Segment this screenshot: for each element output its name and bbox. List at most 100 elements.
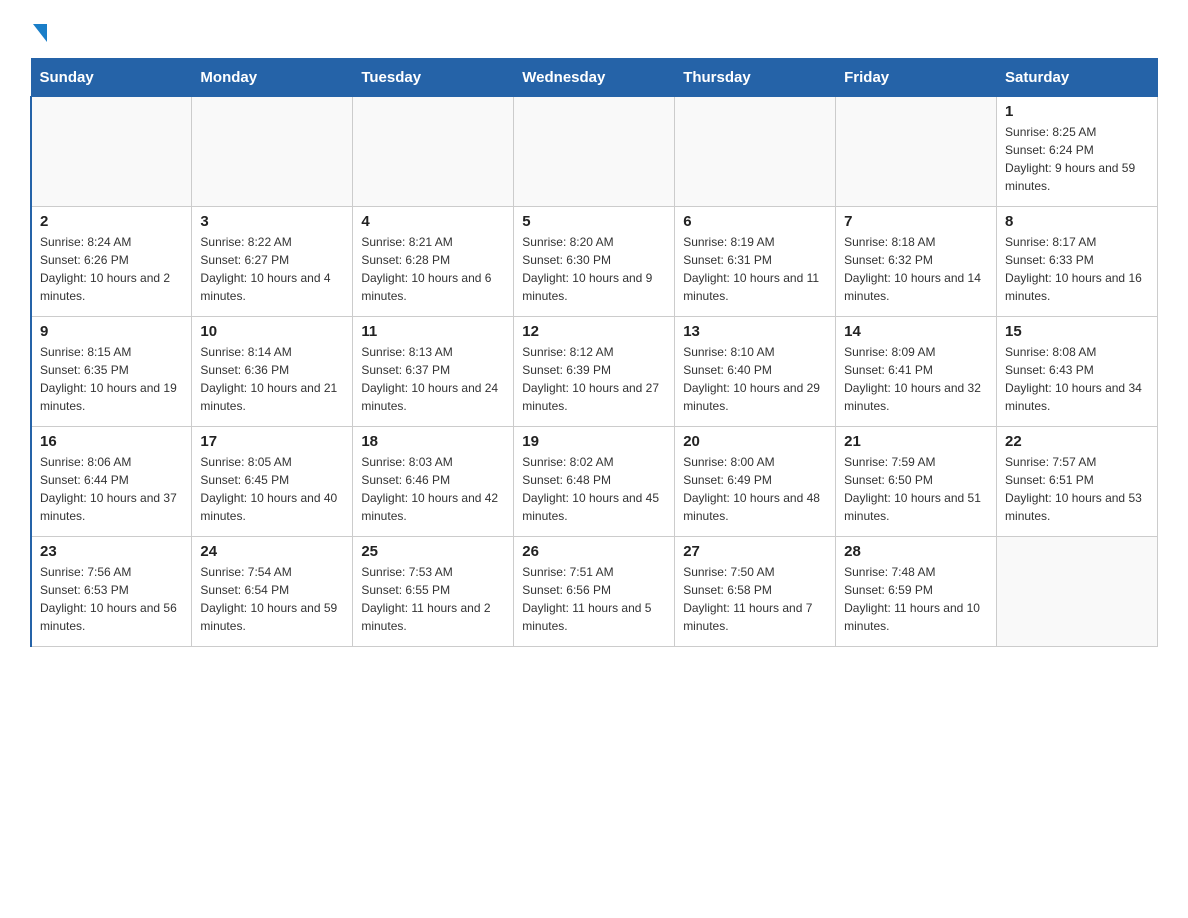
day-info: Sunrise: 8:06 AMSunset: 6:44 PMDaylight:…: [40, 453, 183, 525]
day-number: 17: [200, 433, 344, 450]
day-number: 11: [361, 323, 505, 340]
weekday-header-tuesday: Tuesday: [353, 59, 514, 97]
calendar-day-cell: 10 Sunrise: 8:14 AMSunset: 6:36 PMDayligh…: [192, 317, 353, 427]
day-number: 8: [1005, 213, 1149, 230]
calendar-day-cell: [353, 97, 514, 207]
calendar-body: 1 Sunrise: 8:25 AMSunset: 6:24 PMDaylight…: [31, 97, 1158, 647]
day-number: 7: [844, 213, 988, 230]
calendar-day-cell: [192, 97, 353, 207]
day-info: Sunrise: 8:13 AMSunset: 6:37 PMDaylight:…: [361, 343, 505, 415]
weekday-header-friday: Friday: [836, 59, 997, 97]
page-header: [30, 20, 1158, 38]
calendar-day-cell: 27 Sunrise: 7:50 AMSunset: 6:58 PMDayligh…: [675, 537, 836, 647]
calendar-day-cell: 11 Sunrise: 8:13 AMSunset: 6:37 PMDayligh…: [353, 317, 514, 427]
calendar-day-cell: 26 Sunrise: 7:51 AMSunset: 6:56 PMDayligh…: [514, 537, 675, 647]
weekday-header-saturday: Saturday: [997, 59, 1158, 97]
weekday-header-wednesday: Wednesday: [514, 59, 675, 97]
logo: [30, 20, 47, 38]
day-info: Sunrise: 7:50 AMSunset: 6:58 PMDaylight:…: [683, 563, 827, 635]
calendar-day-cell: 19 Sunrise: 8:02 AMSunset: 6:48 PMDayligh…: [514, 427, 675, 537]
day-info: Sunrise: 8:25 AMSunset: 6:24 PMDaylight:…: [1005, 123, 1149, 195]
day-number: 25: [361, 543, 505, 560]
day-info: Sunrise: 8:20 AMSunset: 6:30 PMDaylight:…: [522, 233, 666, 305]
day-info: Sunrise: 8:21 AMSunset: 6:28 PMDaylight:…: [361, 233, 505, 305]
calendar-day-cell: [675, 97, 836, 207]
calendar-day-cell: [31, 97, 192, 207]
calendar-week-row: 1 Sunrise: 8:25 AMSunset: 6:24 PMDaylight…: [31, 97, 1158, 207]
day-info: Sunrise: 8:00 AMSunset: 6:49 PMDaylight:…: [683, 453, 827, 525]
day-number: 13: [683, 323, 827, 340]
day-info: Sunrise: 8:15 AMSunset: 6:35 PMDaylight:…: [40, 343, 183, 415]
calendar-table: SundayMondayTuesdayWednesdayThursdayFrid…: [30, 58, 1158, 647]
weekday-header-monday: Monday: [192, 59, 353, 97]
calendar-day-cell: 5 Sunrise: 8:20 AMSunset: 6:30 PMDaylight…: [514, 207, 675, 317]
day-number: 22: [1005, 433, 1149, 450]
calendar-day-cell: [836, 97, 997, 207]
calendar-week-row: 9 Sunrise: 8:15 AMSunset: 6:35 PMDaylight…: [31, 317, 1158, 427]
day-info: Sunrise: 7:48 AMSunset: 6:59 PMDaylight:…: [844, 563, 988, 635]
day-number: 4: [361, 213, 505, 230]
day-info: Sunrise: 8:12 AMSunset: 6:39 PMDaylight:…: [522, 343, 666, 415]
day-info: Sunrise: 8:10 AMSunset: 6:40 PMDaylight:…: [683, 343, 827, 415]
calendar-day-cell: 18 Sunrise: 8:03 AMSunset: 6:46 PMDayligh…: [353, 427, 514, 537]
calendar-day-cell: 20 Sunrise: 8:00 AMSunset: 6:49 PMDayligh…: [675, 427, 836, 537]
calendar-day-cell: 3Sunrise: 8:22 AMSunset: 6:27 PMDaylight…: [192, 207, 353, 317]
calendar-day-cell: 6Sunrise: 8:19 AMSunset: 6:31 PMDaylight…: [675, 207, 836, 317]
day-number: 1: [1005, 103, 1149, 120]
day-number: 24: [200, 543, 344, 560]
calendar-day-cell: [997, 537, 1158, 647]
calendar-day-cell: 8Sunrise: 8:17 AMSunset: 6:33 PMDaylight…: [997, 207, 1158, 317]
calendar-day-cell: 9 Sunrise: 8:15 AMSunset: 6:35 PMDaylight…: [31, 317, 192, 427]
calendar-day-cell: 22 Sunrise: 7:57 AMSunset: 6:51 PMDayligh…: [997, 427, 1158, 537]
calendar-day-cell: 14Sunrise: 8:09 AMSunset: 6:41 PMDayligh…: [836, 317, 997, 427]
day-number: 23: [40, 543, 183, 560]
calendar-header: SundayMondayTuesdayWednesdayThursdayFrid…: [31, 59, 1158, 97]
calendar-day-cell: 2Sunrise: 8:24 AMSunset: 6:26 PMDaylight…: [31, 207, 192, 317]
day-info: Sunrise: 8:18 AMSunset: 6:32 PMDaylight:…: [844, 233, 988, 305]
day-number: 21: [844, 433, 988, 450]
day-number: 19: [522, 433, 666, 450]
day-number: 18: [361, 433, 505, 450]
day-number: 10: [200, 323, 344, 340]
day-number: 28: [844, 543, 988, 560]
calendar-day-cell: 15 Sunrise: 8:08 AMSunset: 6:43 PMDayligh…: [997, 317, 1158, 427]
calendar-day-cell: 17 Sunrise: 8:05 AMSunset: 6:45 PMDayligh…: [192, 427, 353, 537]
day-number: 12: [522, 323, 666, 340]
day-number: 26: [522, 543, 666, 560]
day-number: 5: [522, 213, 666, 230]
day-info: Sunrise: 8:09 AMSunset: 6:41 PMDaylight:…: [844, 343, 988, 415]
day-info: Sunrise: 8:03 AMSunset: 6:46 PMDaylight:…: [361, 453, 505, 525]
day-info: Sunrise: 7:53 AMSunset: 6:55 PMDaylight:…: [361, 563, 505, 635]
calendar-day-cell: 28 Sunrise: 7:48 AMSunset: 6:59 PMDayligh…: [836, 537, 997, 647]
day-info: Sunrise: 8:24 AMSunset: 6:26 PMDaylight:…: [40, 233, 183, 305]
day-number: 16: [40, 433, 183, 450]
logo-arrow-icon: [33, 24, 47, 42]
day-info: Sunrise: 7:59 AMSunset: 6:50 PMDaylight:…: [844, 453, 988, 525]
day-info: Sunrise: 7:51 AMSunset: 6:56 PMDaylight:…: [522, 563, 666, 635]
day-info: Sunrise: 7:56 AMSunset: 6:53 PMDaylight:…: [40, 563, 183, 635]
day-number: 3: [200, 213, 344, 230]
calendar-day-cell: 7 Sunrise: 8:18 AMSunset: 6:32 PMDaylight…: [836, 207, 997, 317]
day-number: 15: [1005, 323, 1149, 340]
calendar-day-cell: 4 Sunrise: 8:21 AMSunset: 6:28 PMDaylight…: [353, 207, 514, 317]
calendar-day-cell: 23 Sunrise: 7:56 AMSunset: 6:53 PMDayligh…: [31, 537, 192, 647]
calendar-day-cell: [514, 97, 675, 207]
calendar-day-cell: 24 Sunrise: 7:54 AMSunset: 6:54 PMDayligh…: [192, 537, 353, 647]
calendar-day-cell: 13 Sunrise: 8:10 AMSunset: 6:40 PMDayligh…: [675, 317, 836, 427]
calendar-day-cell: 21 Sunrise: 7:59 AMSunset: 6:50 PMDayligh…: [836, 427, 997, 537]
day-info: Sunrise: 7:57 AMSunset: 6:51 PMDaylight:…: [1005, 453, 1149, 525]
day-info: Sunrise: 8:02 AMSunset: 6:48 PMDaylight:…: [522, 453, 666, 525]
day-info: Sunrise: 8:19 AMSunset: 6:31 PMDaylight:…: [683, 233, 827, 305]
weekday-header-thursday: Thursday: [675, 59, 836, 97]
day-info: Sunrise: 8:08 AMSunset: 6:43 PMDaylight:…: [1005, 343, 1149, 415]
day-number: 27: [683, 543, 827, 560]
calendar-week-row: 16 Sunrise: 8:06 AMSunset: 6:44 PMDayligh…: [31, 427, 1158, 537]
calendar-week-row: 2Sunrise: 8:24 AMSunset: 6:26 PMDaylight…: [31, 207, 1158, 317]
day-number: 9: [40, 323, 183, 340]
calendar-day-cell: 25 Sunrise: 7:53 AMSunset: 6:55 PMDayligh…: [353, 537, 514, 647]
day-number: 20: [683, 433, 827, 450]
day-info: Sunrise: 7:54 AMSunset: 6:54 PMDaylight:…: [200, 563, 344, 635]
day-info: Sunrise: 8:14 AMSunset: 6:36 PMDaylight:…: [200, 343, 344, 415]
day-info: Sunrise: 8:05 AMSunset: 6:45 PMDaylight:…: [200, 453, 344, 525]
calendar-day-cell: 1 Sunrise: 8:25 AMSunset: 6:24 PMDaylight…: [997, 97, 1158, 207]
